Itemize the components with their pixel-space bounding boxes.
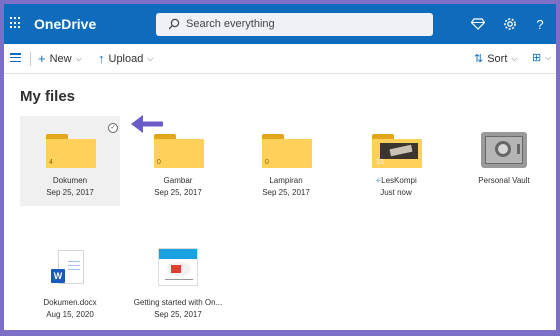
photo-preview-image (380, 143, 418, 159)
search-placeholder: Search everything (186, 18, 275, 30)
file-date: Sep 25, 2017 (262, 188, 310, 197)
sort-icon: ⇅ (474, 53, 484, 65)
file-date: Just now (380, 188, 412, 197)
word-icon: W (51, 269, 65, 283)
chevron-down-icon: ⌵ (511, 54, 518, 63)
folder-icon: 0 (154, 134, 204, 168)
settings-gear-icon[interactable] (500, 14, 520, 34)
sort-button[interactable]: ⇅ Sort ⌵ (474, 53, 517, 65)
premium-diamond-icon[interactable] (468, 14, 488, 34)
divider (30, 52, 31, 66)
command-bar: + New ⌵ ↑ Upload ⌵ ⇅ Sort ⌵ ⊞ ⌵ (4, 44, 556, 74)
file-name: Dokumen.docx (43, 298, 97, 307)
chevron-down-icon: ⌵ (147, 54, 154, 63)
app-launcher-icon[interactable] (10, 17, 22, 29)
item-count-badge: 13 (376, 159, 384, 166)
item-count-badge: 0 (157, 159, 161, 166)
view-options-button[interactable]: ⊞ ⌵ (532, 52, 552, 64)
new-button[interactable]: + New ⌵ (38, 51, 82, 66)
file-tile-dokumen[interactable]: 4 ✓ Dokumen Sep 25, 2017 (20, 116, 120, 206)
search-icon (168, 18, 180, 30)
file-name: Lampiran (269, 176, 303, 185)
upload-button[interactable]: ↑ Upload ⌵ (98, 51, 154, 66)
hamburger-menu-icon[interactable] (10, 53, 21, 62)
file-name: Getting started with On... (133, 298, 223, 307)
grid-view-icon: ⊞ (532, 52, 542, 64)
file-date: Sep 25, 2017 (154, 188, 202, 197)
chevron-down-icon: ⌵ (75, 54, 82, 63)
pdf-thumbnail (158, 248, 198, 286)
help-icon[interactable]: ? (530, 14, 550, 34)
file-name: Gambar (163, 176, 193, 185)
page-title: My files (20, 88, 76, 105)
folder-photo-icon: 13 (372, 134, 422, 168)
search-input[interactable]: Search everything (156, 13, 433, 36)
item-count-badge: 0 (265, 159, 269, 166)
folder-icon: 4 (46, 134, 96, 168)
upload-label: Upload (108, 53, 144, 65)
file-date: Sep 25, 2017 (154, 310, 202, 319)
file-date: Aug 15, 2020 (46, 310, 94, 319)
top-bar: OneDrive Search everything ? (4, 4, 556, 44)
file-tile-lampiran[interactable]: 0 Lampiran Sep 25, 2017 (236, 116, 336, 206)
item-count-badge: 4 (49, 159, 53, 166)
upload-arrow-icon: ↑ (98, 51, 105, 66)
file-tile-personal-vault[interactable]: Personal Vault (454, 116, 554, 206)
file-name: Dokumen (52, 176, 88, 185)
file-tile-dokumen-docx[interactable]: W Dokumen.docx Aug 15, 2020 (20, 238, 120, 328)
document-icon: W (51, 250, 84, 284)
app-name[interactable]: OneDrive (34, 16, 96, 32)
onedrive-window: OneDrive Search everything ? + New ⌵ ↑ U… (4, 4, 556, 330)
file-name: ✧LesKompi (375, 176, 417, 185)
vault-safe-icon (481, 132, 527, 168)
file-date: Sep 25, 2017 (46, 188, 94, 197)
sort-label: Sort (487, 53, 508, 65)
chevron-down-icon: ⌵ (545, 53, 552, 62)
file-tile-getting-started[interactable]: Getting started with On... Sep 25, 2017 (128, 238, 228, 328)
new-label: New (49, 53, 72, 65)
select-check-icon[interactable]: ✓ (108, 123, 118, 133)
file-tile-leskompi[interactable]: 13 ✧LesKompi Just now (346, 116, 446, 206)
folder-icon: 0 (262, 134, 312, 168)
plus-icon: + (38, 51, 46, 66)
annotation-arrow-icon (131, 115, 163, 133)
file-name: Personal Vault (478, 176, 530, 185)
